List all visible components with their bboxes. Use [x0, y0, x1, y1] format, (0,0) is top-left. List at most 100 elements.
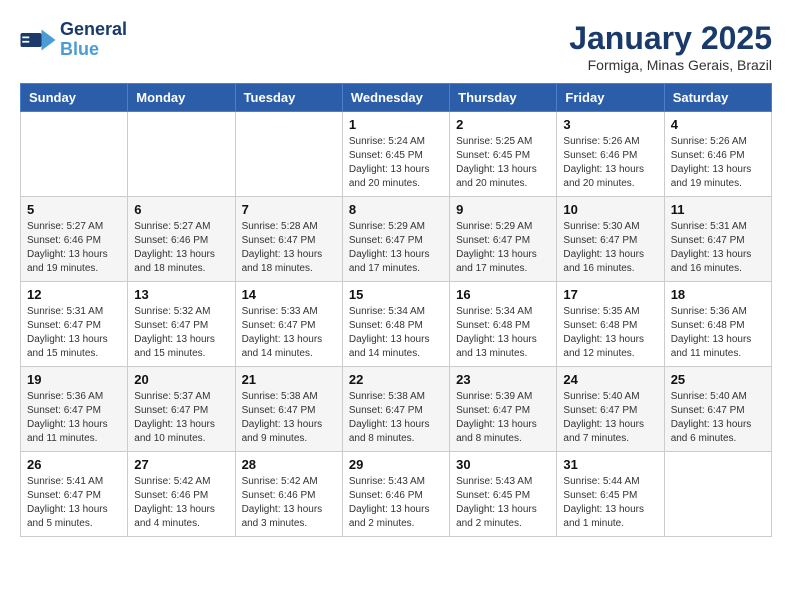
- day-number: 20: [134, 372, 228, 387]
- day-info: Sunrise: 5:43 AM Sunset: 6:45 PM Dayligh…: [456, 475, 550, 531]
- day-info: Sunrise: 5:44 AM Sunset: 6:45 PM Dayligh…: [563, 475, 657, 531]
- calendar-week-5: 26 Sunrise: 5:41 AM Sunset: 6:47 PM Dayli…: [21, 452, 772, 537]
- calendar-cell: [664, 452, 771, 537]
- day-info: Sunrise: 5:32 AM Sunset: 6:47 PM Dayligh…: [134, 305, 228, 361]
- day-number: 7: [242, 202, 336, 217]
- day-number: 3: [563, 117, 657, 132]
- calendar-cell: 24 Sunrise: 5:40 AM Sunset: 6:47 PM Dayli…: [557, 367, 664, 452]
- month-title: January 2025: [569, 20, 772, 57]
- logo: General Blue: [20, 20, 127, 60]
- day-info: Sunrise: 5:29 AM Sunset: 6:47 PM Dayligh…: [456, 220, 550, 276]
- day-info: Sunrise: 5:38 AM Sunset: 6:47 PM Dayligh…: [242, 390, 336, 446]
- page-header: General Blue January 2025 Formiga, Minas…: [20, 20, 772, 73]
- day-number: 15: [349, 287, 443, 302]
- day-number: 24: [563, 372, 657, 387]
- calendar-cell: 27Sunrise: 5:42 AM Sunset: 6:46 PM Dayli…: [128, 452, 235, 537]
- calendar-table: SundayMondayTuesdayWednesdayThursdayFrid…: [20, 83, 772, 537]
- day-number: 26: [27, 457, 121, 472]
- day-number: 16: [456, 287, 550, 302]
- day-info: Sunrise: 5:34 AM Sunset: 6:48 PM Dayligh…: [349, 305, 443, 361]
- calendar-cell: 1 Sunrise: 5:24 AM Sunset: 6:45 PM Daylig…: [342, 112, 449, 197]
- calendar-cell: 4 Sunrise: 5:26 AM Sunset: 6:46 PM Daylig…: [664, 112, 771, 197]
- calendar-cell: 23 Sunrise: 5:39 AM Sunset: 6:47 PM Dayli…: [450, 367, 557, 452]
- day-number: 5: [27, 202, 121, 217]
- day-number: 18: [671, 287, 765, 302]
- day-number: 4: [671, 117, 765, 132]
- day-number: 30: [456, 457, 550, 472]
- calendar-header-row: SundayMondayTuesdayWednesdayThursdayFrid…: [21, 84, 772, 112]
- calendar-cell: 5 Sunrise: 5:27 AM Sunset: 6:46 PM Daylig…: [21, 197, 128, 282]
- day-info: Sunrise: 5:29 AM Sunset: 6:47 PM Dayligh…: [349, 220, 443, 276]
- day-number: 19: [27, 372, 121, 387]
- day-number: 21: [242, 372, 336, 387]
- day-number: 29: [349, 457, 443, 472]
- day-number: 25: [671, 372, 765, 387]
- day-number: 10: [563, 202, 657, 217]
- calendar-cell: 16 Sunrise: 5:34 AM Sunset: 6:48 PM Dayli…: [450, 282, 557, 367]
- calendar-week-3: 12 Sunrise: 5:31 AM Sunset: 6:47 PM Dayli…: [21, 282, 772, 367]
- weekday-header-sunday: Sunday: [21, 84, 128, 112]
- day-info: Sunrise: 5:33 AM Sunset: 6:47 PM Dayligh…: [242, 305, 336, 361]
- calendar-cell: 2Sunrise: 5:25 AM Sunset: 6:45 PM Daylig…: [450, 112, 557, 197]
- day-number: 17: [563, 287, 657, 302]
- calendar-cell: 29 Sunrise: 5:43 AM Sunset: 6:46 PM Dayli…: [342, 452, 449, 537]
- day-info: Sunrise: 5:41 AM Sunset: 6:47 PM Dayligh…: [27, 475, 121, 531]
- day-number: 27: [134, 457, 228, 472]
- day-info: Sunrise: 5:42 AM Sunset: 6:46 PM Dayligh…: [242, 475, 336, 531]
- day-number: 2: [456, 117, 550, 132]
- day-number: 9: [456, 202, 550, 217]
- weekday-header-monday: Monday: [128, 84, 235, 112]
- logo-icon: [20, 26, 56, 54]
- calendar-cell: 8 Sunrise: 5:29 AM Sunset: 6:47 PM Daylig…: [342, 197, 449, 282]
- calendar-cell: [235, 112, 342, 197]
- calendar-cell: 28Sunrise: 5:42 AM Sunset: 6:46 PM Dayli…: [235, 452, 342, 537]
- weekday-header-wednesday: Wednesday: [342, 84, 449, 112]
- day-number: 11: [671, 202, 765, 217]
- calendar-cell: 21 Sunrise: 5:38 AM Sunset: 6:47 PM Dayli…: [235, 367, 342, 452]
- day-info: Sunrise: 5:31 AM Sunset: 6:47 PM Dayligh…: [27, 305, 121, 361]
- day-info: Sunrise: 5:34 AM Sunset: 6:48 PM Dayligh…: [456, 305, 550, 361]
- calendar-cell: 11 Sunrise: 5:31 AM Sunset: 6:47 PM Dayli…: [664, 197, 771, 282]
- day-number: 12: [27, 287, 121, 302]
- calendar-cell: 31Sunrise: 5:44 AM Sunset: 6:45 PM Dayli…: [557, 452, 664, 537]
- logo-text: General Blue: [60, 20, 127, 60]
- day-number: 23: [456, 372, 550, 387]
- day-info: Sunrise: 5:35 AM Sunset: 6:48 PM Dayligh…: [563, 305, 657, 361]
- day-info: Sunrise: 5:27 AM Sunset: 6:46 PM Dayligh…: [134, 220, 228, 276]
- day-info: Sunrise: 5:43 AM Sunset: 6:46 PM Dayligh…: [349, 475, 443, 531]
- calendar-cell: 17 Sunrise: 5:35 AM Sunset: 6:48 PM Dayli…: [557, 282, 664, 367]
- calendar-cell: 26 Sunrise: 5:41 AM Sunset: 6:47 PM Dayli…: [21, 452, 128, 537]
- day-info: Sunrise: 5:31 AM Sunset: 6:47 PM Dayligh…: [671, 220, 765, 276]
- day-info: Sunrise: 5:30 AM Sunset: 6:47 PM Dayligh…: [563, 220, 657, 276]
- day-number: 8: [349, 202, 443, 217]
- calendar-cell: 22Sunrise: 5:38 AM Sunset: 6:47 PM Dayli…: [342, 367, 449, 452]
- day-number: 1: [349, 117, 443, 132]
- day-info: Sunrise: 5:39 AM Sunset: 6:47 PM Dayligh…: [456, 390, 550, 446]
- day-info: Sunrise: 5:27 AM Sunset: 6:46 PM Dayligh…: [27, 220, 121, 276]
- day-info: Sunrise: 5:26 AM Sunset: 6:46 PM Dayligh…: [671, 135, 765, 191]
- calendar-cell: 25 Sunrise: 5:40 AM Sunset: 6:47 PM Dayli…: [664, 367, 771, 452]
- calendar-cell: 19Sunrise: 5:36 AM Sunset: 6:47 PM Dayli…: [21, 367, 128, 452]
- weekday-header-saturday: Saturday: [664, 84, 771, 112]
- calendar-cell: 13Sunrise: 5:32 AM Sunset: 6:47 PM Dayli…: [128, 282, 235, 367]
- day-number: 22: [349, 372, 443, 387]
- day-info: Sunrise: 5:24 AM Sunset: 6:45 PM Dayligh…: [349, 135, 443, 191]
- calendar-cell: 20 Sunrise: 5:37 AM Sunset: 6:47 PM Dayli…: [128, 367, 235, 452]
- logo-line2: Blue: [60, 39, 99, 59]
- calendar-cell: [128, 112, 235, 197]
- calendar-cell: 3 Sunrise: 5:26 AM Sunset: 6:46 PM Daylig…: [557, 112, 664, 197]
- calendar-cell: 9 Sunrise: 5:29 AM Sunset: 6:47 PM Daylig…: [450, 197, 557, 282]
- weekday-header-thursday: Thursday: [450, 84, 557, 112]
- day-info: Sunrise: 5:40 AM Sunset: 6:47 PM Dayligh…: [671, 390, 765, 446]
- location-subtitle: Formiga, Minas Gerais, Brazil: [569, 57, 772, 73]
- logo-line1: General: [60, 20, 127, 40]
- day-info: Sunrise: 5:28 AM Sunset: 6:47 PM Dayligh…: [242, 220, 336, 276]
- title-block: January 2025 Formiga, Minas Gerais, Braz…: [569, 20, 772, 73]
- calendar-cell: [21, 112, 128, 197]
- calendar-week-1: 1 Sunrise: 5:24 AM Sunset: 6:45 PM Daylig…: [21, 112, 772, 197]
- day-info: Sunrise: 5:26 AM Sunset: 6:46 PM Dayligh…: [563, 135, 657, 191]
- day-info: Sunrise: 5:36 AM Sunset: 6:48 PM Dayligh…: [671, 305, 765, 361]
- day-info: Sunrise: 5:40 AM Sunset: 6:47 PM Dayligh…: [563, 390, 657, 446]
- day-info: Sunrise: 5:37 AM Sunset: 6:47 PM Dayligh…: [134, 390, 228, 446]
- day-number: 6: [134, 202, 228, 217]
